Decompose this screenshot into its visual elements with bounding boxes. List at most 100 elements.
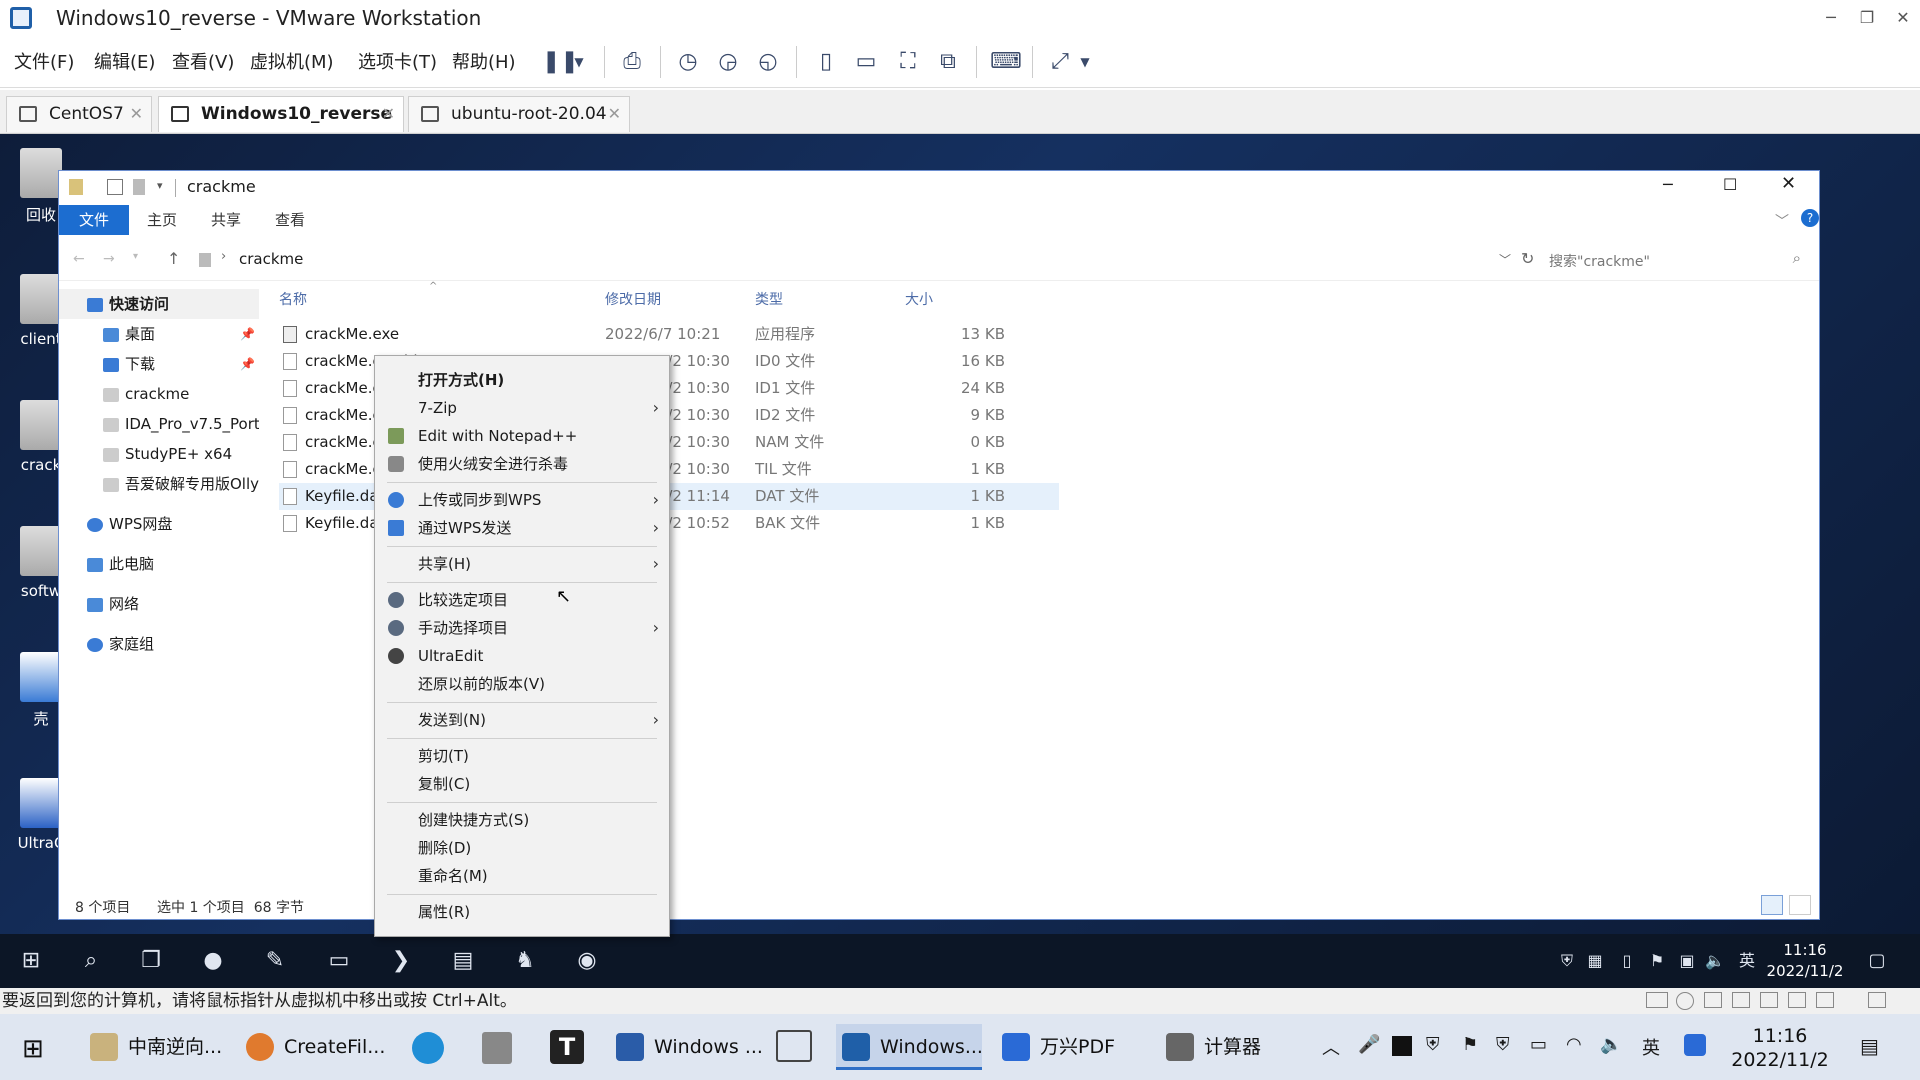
edge-icon[interactable] xyxy=(412,1032,444,1064)
close-tab-icon[interactable]: ✕ xyxy=(608,97,621,131)
minimize-icon[interactable]: ─ xyxy=(1820,8,1842,28)
volume-tray-icon[interactable]: 🔈 xyxy=(1700,946,1730,976)
microphone-icon[interactable]: 🎤 xyxy=(1358,1034,1380,1055)
message-log-icon[interactable] xyxy=(1868,992,1886,1008)
ribbon-tab-share[interactable]: 共享 xyxy=(211,209,241,230)
column-header-type[interactable]: 类型 xyxy=(755,289,783,309)
properties-icon[interactable] xyxy=(107,179,123,195)
minimize-icon[interactable]: ─ xyxy=(1663,175,1673,194)
nav-ida-pro[interactable]: IDA_Pro_v7.5_Port xyxy=(59,409,259,439)
show-hidden-icons-icon[interactable]: ︿ xyxy=(1322,1034,1340,1060)
nav-this-pc[interactable]: 此电脑 xyxy=(59,549,259,579)
flag-tray-icon[interactable]: ⚑ xyxy=(1462,1034,1478,1055)
ribbon-tab-file[interactable]: 文件 xyxy=(59,205,129,235)
refresh-icon[interactable]: ↻ xyxy=(1521,249,1534,268)
start-icon[interactable]: ⊞ xyxy=(22,1034,44,1064)
taskbar-app-wanxing-pdf[interactable]: 万兴PDF xyxy=(996,1024,1136,1070)
task-view-icon[interactable]: ❐ xyxy=(136,946,166,976)
search-icon[interactable]: ⌕ xyxy=(76,946,106,976)
menu-item-send-to[interactable]: 发送到(N) › xyxy=(375,706,669,734)
start-icon[interactable]: ⊞ xyxy=(16,946,46,976)
menu-item-copy[interactable]: 复制(C) xyxy=(375,770,669,798)
nav-network[interactable]: 网络 xyxy=(59,589,259,619)
snapshot-manager-icon[interactable]: ◵ xyxy=(754,48,782,76)
menu-item-delete[interactable]: 删除(D) xyxy=(375,834,669,862)
security-tray-icon[interactable]: ⛨ xyxy=(1552,946,1582,976)
pause-dropdown-icon[interactable]: ▼ xyxy=(572,48,586,76)
menu-item-cut[interactable]: 剪切(T) xyxy=(375,742,669,770)
ribbon-tab-home[interactable]: 主页 xyxy=(147,209,177,230)
address-dropdown-icon[interactable]: ﹀ xyxy=(1499,251,1511,268)
fullscreen-icon[interactable]: ⛶ xyxy=(894,48,922,76)
nav-studype[interactable]: StudyPE+ x64 xyxy=(59,439,259,469)
nav-quick-access[interactable]: 快速访问 xyxy=(59,289,259,319)
notification-icon[interactable]: ▢ xyxy=(1862,946,1892,976)
nav-desktop[interactable]: 桌面 📌 xyxy=(59,319,259,349)
nav-downloads[interactable]: 下载 📌 xyxy=(59,349,259,379)
column-header-name[interactable]: 名称 xyxy=(279,289,307,309)
file-row[interactable]: crackMe.exe 2022/6/7 10:21 应用程序 13 KB xyxy=(279,321,1059,348)
menu-item-compare[interactable]: 比较选定项目 xyxy=(375,586,669,614)
usb-tray-icon[interactable]: ▯ xyxy=(1612,946,1642,976)
details-view-icon[interactable] xyxy=(1761,895,1783,915)
wifi-icon[interactable]: ◠ xyxy=(1566,1034,1582,1055)
search-box[interactable]: 搜索"crackme" ⌕ xyxy=(1549,247,1809,275)
menu-item-restore-versions[interactable]: 还原以前的版本(V) xyxy=(375,670,669,698)
defender-tray-icon[interactable]: ⛨ xyxy=(1496,1034,1510,1055)
restore-icon[interactable]: ❐ xyxy=(1856,8,1878,28)
pause-icon[interactable]: ❚❚ xyxy=(542,48,579,76)
menu-help[interactable]: 帮助(H) xyxy=(452,48,516,74)
search-input[interactable]: 搜索"crackme" xyxy=(1549,251,1650,271)
snapshot-icon[interactable]: ◷ xyxy=(674,48,702,76)
notepad-icon[interactable] xyxy=(482,1032,512,1064)
network-adapter-icon[interactable] xyxy=(1704,992,1722,1008)
ida-icon[interactable]: ◉ xyxy=(572,946,602,976)
menu-item-open-with[interactable]: 打开方式(H) xyxy=(375,366,669,394)
nav-ollydbg[interactable]: 吾爱破解专用版Olly xyxy=(59,469,259,499)
qat-dropdown-icon[interactable]: ▾ xyxy=(157,179,163,192)
notification-center-icon[interactable]: ▤ xyxy=(1860,1034,1879,1058)
menu-vm[interactable]: 虚拟机(M) xyxy=(250,48,334,74)
file-explorer-icon[interactable]: ▤ xyxy=(448,946,478,976)
typora-icon[interactable]: T xyxy=(550,1030,584,1064)
menu-item-ultraedit[interactable]: UltraEdit xyxy=(375,642,669,670)
back-icon[interactable]: ← xyxy=(73,251,85,267)
menu-file[interactable]: 文件(F) xyxy=(14,48,74,74)
app-tray-icon[interactable] xyxy=(1392,1036,1412,1056)
menu-item-7zip[interactable]: 7-Zip › xyxy=(375,394,669,422)
nav-wps-cloud[interactable]: WPS网盘 xyxy=(59,509,259,539)
menu-item-huorong-scan[interactable]: 使用火绒安全进行杀毒 xyxy=(375,450,669,478)
network-tray-icon[interactable]: ▣ xyxy=(1672,946,1702,976)
host-clock[interactable]: 11:16 2022/11/2 xyxy=(1720,1024,1840,1072)
snipping-tool-icon[interactable] xyxy=(776,1030,812,1062)
ribbon-tab-view[interactable]: 查看 xyxy=(275,209,305,230)
taskbar-app-createfile[interactable]: CreateFil... xyxy=(240,1024,385,1070)
printer-icon[interactable] xyxy=(1788,992,1806,1008)
close-icon[interactable]: ✕ xyxy=(1892,8,1914,28)
close-tab-icon[interactable]: ✕ xyxy=(382,97,395,131)
thumbnail-bar-icon[interactable]: ▭ xyxy=(852,48,880,76)
menu-item-create-shortcut[interactable]: 创建快捷方式(S) xyxy=(375,806,669,834)
menu-view[interactable]: 查看(V) xyxy=(172,48,234,74)
stretch-guest-icon[interactable]: ⤢ xyxy=(1046,48,1074,76)
pin-icon[interactable]: 📌 xyxy=(240,319,255,349)
taskbar-app-vmware[interactable]: Windows... xyxy=(836,1024,983,1070)
send-ctrl-alt-del-icon[interactable]: ⎙ xyxy=(618,48,646,76)
menu-item-share[interactable]: 共享(H) › xyxy=(375,550,669,578)
powershell-icon[interactable]: ❯ xyxy=(386,946,416,976)
stretch-dropdown-icon[interactable]: ▼ xyxy=(1078,48,1092,76)
new-folder-icon[interactable] xyxy=(133,179,145,195)
battery-tray-icon[interactable]: ▭ xyxy=(1530,1034,1547,1055)
ime-indicator[interactable]: 英 xyxy=(1642,1034,1660,1060)
keyboard-tray-icon[interactable]: ▦ xyxy=(1580,946,1610,976)
menu-item-notepadpp[interactable]: Edit with Notepad++ xyxy=(375,422,669,450)
maximize-icon[interactable]: ☐ xyxy=(1723,175,1737,194)
forward-icon[interactable]: → xyxy=(103,251,115,267)
guest-clock[interactable]: 11:16 2022/11/2 xyxy=(1760,940,1850,982)
shield-tray-icon[interactable]: ⛨ xyxy=(1426,1034,1440,1055)
menu-item-rename[interactable]: 重命名(M) xyxy=(375,862,669,890)
tab-ubuntu-root[interactable]: ubuntu-root-20.04 ✕ xyxy=(408,96,630,132)
revert-snapshot-icon[interactable]: ◶ xyxy=(714,48,742,76)
ollydbg-icon[interactable]: ♞ xyxy=(510,946,540,976)
firefox-icon[interactable]: ● xyxy=(198,946,228,976)
